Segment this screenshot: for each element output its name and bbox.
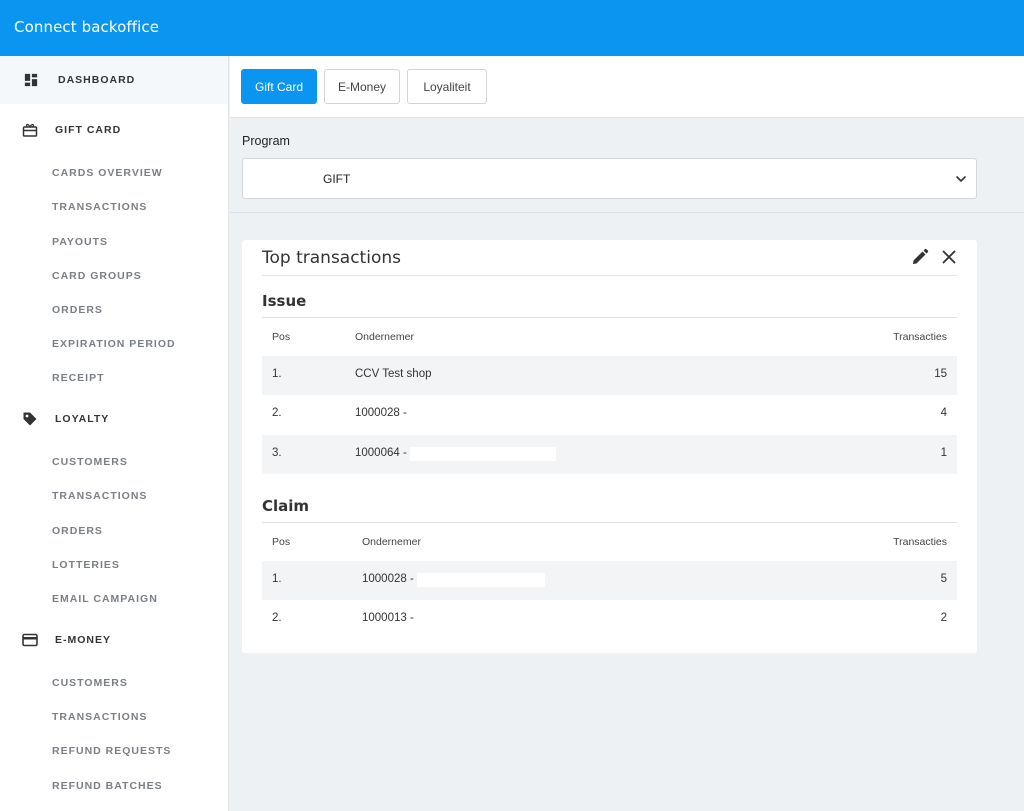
- sidebar-item-lotteries[interactable]: LOTTERIES: [52, 559, 120, 571]
- close-icon[interactable]: [941, 249, 957, 265]
- table-row: 1. CCV Test shop 15: [262, 356, 957, 395]
- sidebar-item-emoney-customers[interactable]: CUSTOMERS: [52, 677, 128, 689]
- table-row: 2. 1000013 - 2: [262, 600, 957, 639]
- claim-header-pos: Pos: [272, 536, 291, 548]
- row-merchant: 1000013 -: [362, 612, 414, 624]
- sidebar-item-e-money[interactable]: E-MONEY: [0, 616, 228, 664]
- program-filter: Program GIFT: [230, 118, 1024, 213]
- app-title: Connect backoffice: [14, 18, 160, 36]
- row-pos: 2.: [272, 407, 282, 419]
- issue-header-merchant: Ondernemer: [355, 331, 414, 343]
- claim-header-merchant: Ondernemer: [362, 536, 421, 548]
- row-count: 15: [934, 368, 947, 380]
- sidebar-item-refund-requests[interactable]: REFUND REQUESTS: [52, 745, 171, 757]
- sidebar-item-label: DASHBOARD: [58, 74, 136, 86]
- edit-icon[interactable]: [911, 248, 929, 266]
- row-merchant: CCV Test shop: [355, 368, 432, 380]
- table-row: 1. 1000028 - 5: [262, 561, 957, 600]
- redacted-block: [410, 447, 556, 461]
- row-count: 2: [940, 612, 947, 624]
- sidebar-item-label: LOYALTY: [55, 413, 110, 425]
- sidebar-item-email-campaign[interactable]: EMAIL CAMPAIGN: [52, 593, 158, 605]
- claim-header-count: Transacties: [893, 536, 947, 548]
- sidebar-item-emoney-transactions[interactable]: TRANSACTIONS: [52, 711, 147, 723]
- row-count: 5: [940, 573, 947, 585]
- redacted-block: [417, 573, 545, 587]
- row-pos: 1.: [272, 368, 282, 380]
- program-select-value: GIFT: [323, 172, 351, 186]
- issue-section-title: Issue: [262, 292, 307, 310]
- top-transactions-widget: Top transactions Issue Pos Ondernemer Tr…: [242, 240, 977, 653]
- divider: [262, 275, 957, 276]
- widget-title: Top transactions: [262, 248, 401, 268]
- sidebar-item-loyalty[interactable]: LOYALTY: [0, 395, 228, 443]
- row-count: 4: [940, 407, 947, 419]
- sidebar-item-label: GIFT CARD: [55, 124, 122, 136]
- chevron-down-icon: [956, 176, 966, 182]
- row-count: 1: [940, 447, 947, 459]
- sidebar-item-cards-overview[interactable]: CARDS OVERVIEW: [52, 167, 163, 179]
- tag-icon: [23, 412, 37, 426]
- sidebar-item-gift-transactions[interactable]: TRANSACTIONS: [52, 201, 147, 213]
- sidebar-item-receipt[interactable]: RECEIPT: [52, 372, 105, 384]
- sidebar-item-payouts[interactable]: PAYOUTS: [52, 236, 108, 248]
- divider: [262, 317, 957, 318]
- sidebar-item-dashboard[interactable]: DASHBOARD: [0, 56, 228, 104]
- top-bar: Connect backoffice: [0, 0, 1024, 56]
- issue-header-pos: Pos: [272, 331, 291, 343]
- program-tabs: Gift Card E-Money Loyaliteit: [230, 56, 1024, 118]
- sidebar-item-refund-batches[interactable]: REFUND BATCHES: [52, 780, 163, 792]
- issue-header-count: Transacties: [893, 331, 947, 343]
- row-merchant: 1000028 -: [362, 573, 414, 585]
- claim-section-title: Claim: [262, 497, 310, 515]
- row-pos: 1.: [272, 573, 282, 585]
- sidebar-item-expiration-period[interactable]: EXPIRATION PERIOD: [52, 338, 176, 350]
- dashboard-icon: [24, 73, 38, 87]
- sidebar: DASHBOARD GIFT CARD CARDS OVERVIEW TRANS…: [0, 56, 229, 811]
- sidebar-item-loyalty-orders[interactable]: ORDERS: [52, 525, 103, 537]
- row-merchant: 1000064 -: [355, 447, 407, 459]
- gift-card-icon: [22, 123, 38, 137]
- sidebar-item-gift-orders[interactable]: ORDERS: [52, 304, 103, 316]
- tab-loyaliteit[interactable]: Loyaliteit: [407, 69, 487, 104]
- program-label: Program: [242, 134, 290, 148]
- tab-e-money[interactable]: E-Money: [324, 69, 400, 104]
- sidebar-item-gift-card[interactable]: GIFT CARD: [0, 106, 228, 154]
- sidebar-item-loyalty-transactions[interactable]: TRANSACTIONS: [52, 490, 147, 502]
- table-row: 3. 1000064 - 1: [262, 435, 957, 474]
- program-select[interactable]: GIFT: [242, 158, 977, 199]
- row-pos: 2.: [272, 612, 282, 624]
- divider: [262, 522, 957, 523]
- tab-gift-card[interactable]: Gift Card: [241, 69, 317, 104]
- sidebar-item-loyalty-customers[interactable]: CUSTOMERS: [52, 456, 128, 468]
- row-merchant: 1000028 -: [355, 407, 407, 419]
- credit-card-icon: [22, 633, 38, 647]
- sidebar-item-card-groups[interactable]: CARD GROUPS: [52, 270, 142, 282]
- table-row: 2. 1000028 - 4: [262, 395, 957, 434]
- sidebar-item-label: E-MONEY: [55, 634, 112, 646]
- row-pos: 3.: [272, 447, 282, 459]
